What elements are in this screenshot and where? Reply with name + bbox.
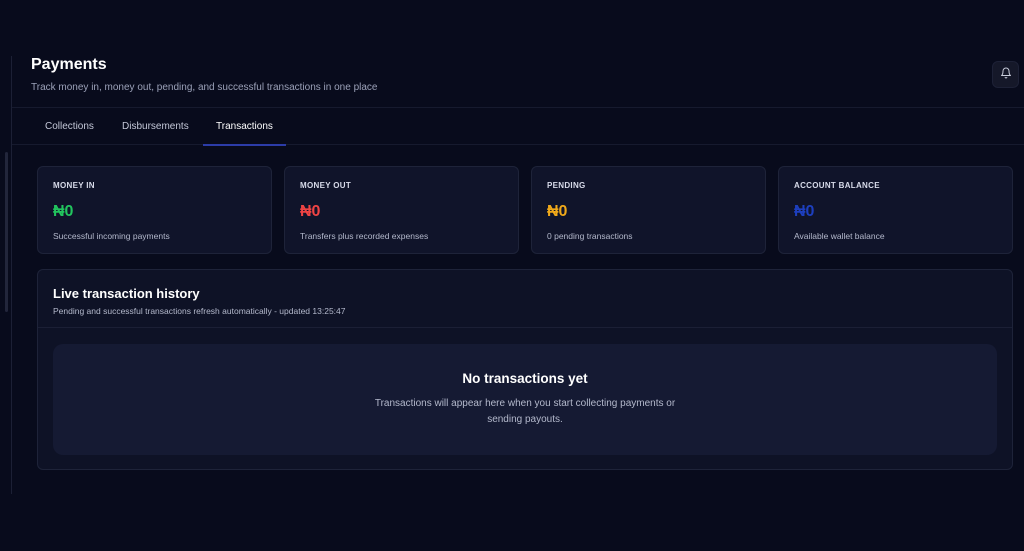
card-label: ACCOUNT BALANCE [794, 181, 880, 190]
page-header: Payments Track money in, money out, pend… [12, 52, 1024, 108]
card-label: MONEY IN [53, 181, 95, 190]
card-label: MONEY OUT [300, 181, 352, 190]
page-subtitle: Track money in, money out, pending, and … [31, 82, 378, 93]
empty-state-title: No transactions yet [462, 371, 588, 386]
notifications-button[interactable] [992, 61, 1019, 88]
card-note: Transfers plus recorded expenses [300, 231, 429, 241]
tab-bar: Collections Disbursements Transactions [12, 108, 1024, 146]
panel-header: Live transaction history Pending and suc… [38, 270, 1012, 328]
panel-subtitle: Pending and successful transactions refr… [53, 306, 346, 316]
card-note: Successful incoming payments [53, 231, 170, 241]
card-note: 0 pending transactions [547, 231, 633, 241]
pending-card: PENDING ₦0 0 pending transactions [531, 166, 766, 254]
card-value: ₦0 [547, 203, 568, 220]
card-value: ₦0 [53, 203, 74, 220]
card-note: Available wallet balance [794, 231, 885, 241]
account-balance-card: ACCOUNT BALANCE ₦0 Available wallet bala… [778, 166, 1013, 254]
empty-state: No transactions yet Transactions will ap… [53, 344, 997, 455]
sidebar-scrollbar[interactable] [5, 152, 8, 312]
tab-collections[interactable]: Collections [45, 108, 94, 145]
bell-icon [1000, 66, 1012, 84]
tab-disbursements[interactable]: Disbursements [122, 108, 189, 145]
payments-page: Payments Track money in, money out, pend… [0, 0, 1024, 551]
money-out-card: MONEY OUT ₦0 Transfers plus recorded exp… [284, 166, 519, 254]
money-in-card: MONEY IN ₦0 Successful incoming payments [37, 166, 272, 254]
panel-title: Live transaction history [53, 286, 200, 301]
page-title: Payments [31, 56, 107, 73]
card-value: ₦0 [300, 203, 321, 220]
card-value: ₦0 [794, 203, 815, 220]
card-label: PENDING [547, 181, 586, 190]
empty-state-text: Transactions will appear here when you s… [374, 398, 676, 425]
tab-transactions[interactable]: Transactions [203, 108, 286, 146]
transaction-history-panel: Live transaction history Pending and suc… [37, 269, 1013, 470]
